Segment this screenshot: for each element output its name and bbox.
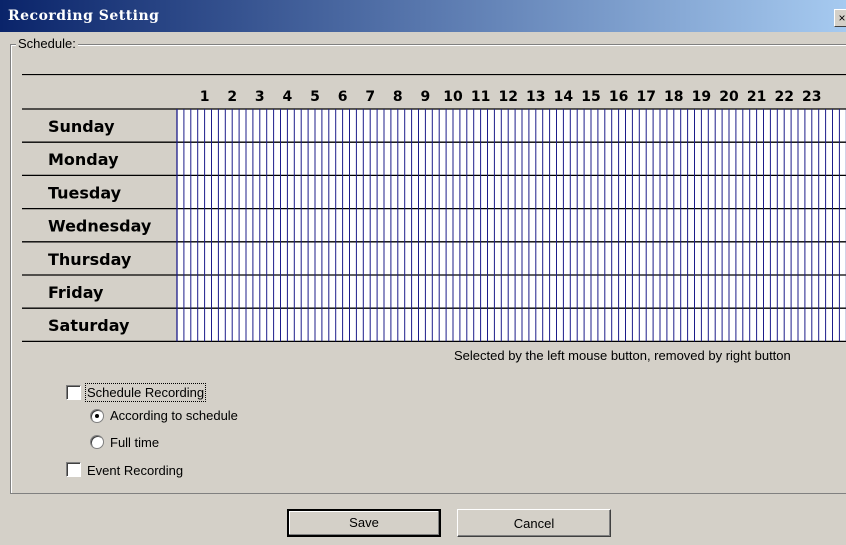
schedule-hint: Selected by the left mouse button, remov… bbox=[454, 348, 791, 363]
day-label-tuesday: Tuesday bbox=[48, 183, 122, 202]
according-to-schedule-label[interactable]: According to schedule bbox=[110, 408, 238, 423]
day-label-monday: Monday bbox=[48, 150, 119, 169]
schedule-recording-label[interactable]: Schedule Recording bbox=[84, 383, 207, 402]
hour-label: 13 bbox=[526, 89, 545, 105]
full-time-radio[interactable] bbox=[90, 435, 104, 449]
hour-label: 15 bbox=[581, 89, 600, 105]
hour-label: 5 bbox=[310, 89, 320, 105]
hour-label: 20 bbox=[719, 89, 739, 105]
event-recording-label[interactable]: Event Recording bbox=[87, 463, 183, 478]
day-label-wednesday: Wednesday bbox=[48, 217, 152, 236]
window-title: Recording Setting bbox=[8, 8, 160, 24]
hour-label: 8 bbox=[393, 89, 403, 105]
hour-label: 23 bbox=[802, 89, 821, 105]
title-bar[interactable]: Recording Setting × bbox=[0, 0, 846, 32]
schedule-group-label: Schedule: bbox=[16, 36, 78, 51]
hour-label: 1 bbox=[200, 89, 210, 105]
full-time-label[interactable]: Full time bbox=[110, 435, 159, 450]
day-label-friday: Friday bbox=[48, 283, 104, 302]
hour-label: 16 bbox=[609, 89, 628, 105]
schedule-cells-area[interactable] bbox=[177, 109, 846, 342]
hour-label: 10 bbox=[443, 89, 463, 105]
hour-label: 2 bbox=[227, 89, 237, 105]
hour-label: 19 bbox=[692, 89, 711, 105]
radio-selected-dot bbox=[95, 414, 99, 418]
hour-label: 9 bbox=[421, 89, 431, 105]
according-to-schedule-radio[interactable] bbox=[90, 409, 104, 423]
hour-label: 3 bbox=[255, 89, 265, 105]
hour-label: 22 bbox=[774, 89, 793, 105]
hour-label: 11 bbox=[471, 89, 490, 105]
hour-label: 7 bbox=[365, 89, 375, 105]
hour-label: 17 bbox=[636, 89, 655, 105]
hour-label: 18 bbox=[664, 89, 683, 105]
day-label-sunday: Sunday bbox=[48, 117, 115, 136]
day-label-thursday: Thursday bbox=[48, 250, 132, 269]
close-button[interactable]: × bbox=[834, 9, 846, 27]
day-label-saturday: Saturday bbox=[48, 316, 130, 335]
hour-label: 12 bbox=[498, 89, 517, 105]
schedule-table[interactable]: 1 2 3 4 5 6 7 8 9 10 11 12 13 14 15 16 17 18 19 20 21 22 23 Sun… bbox=[22, 74, 846, 342]
hour-label: 4 bbox=[283, 89, 293, 105]
hour-label: 14 bbox=[554, 89, 574, 105]
save-button[interactable]: Save bbox=[287, 509, 441, 537]
schedule-recording-checkbox[interactable] bbox=[66, 385, 81, 400]
event-recording-checkbox[interactable] bbox=[66, 462, 81, 477]
hour-label: 6 bbox=[338, 89, 348, 105]
hour-label: 21 bbox=[747, 89, 766, 105]
cancel-button[interactable]: Cancel bbox=[457, 509, 611, 537]
schedule-grid[interactable]: 1 2 3 4 5 6 7 8 9 10 11 12 13 14 15 16 17 18 19 20 21 22 23Sun… bbox=[22, 74, 846, 342]
